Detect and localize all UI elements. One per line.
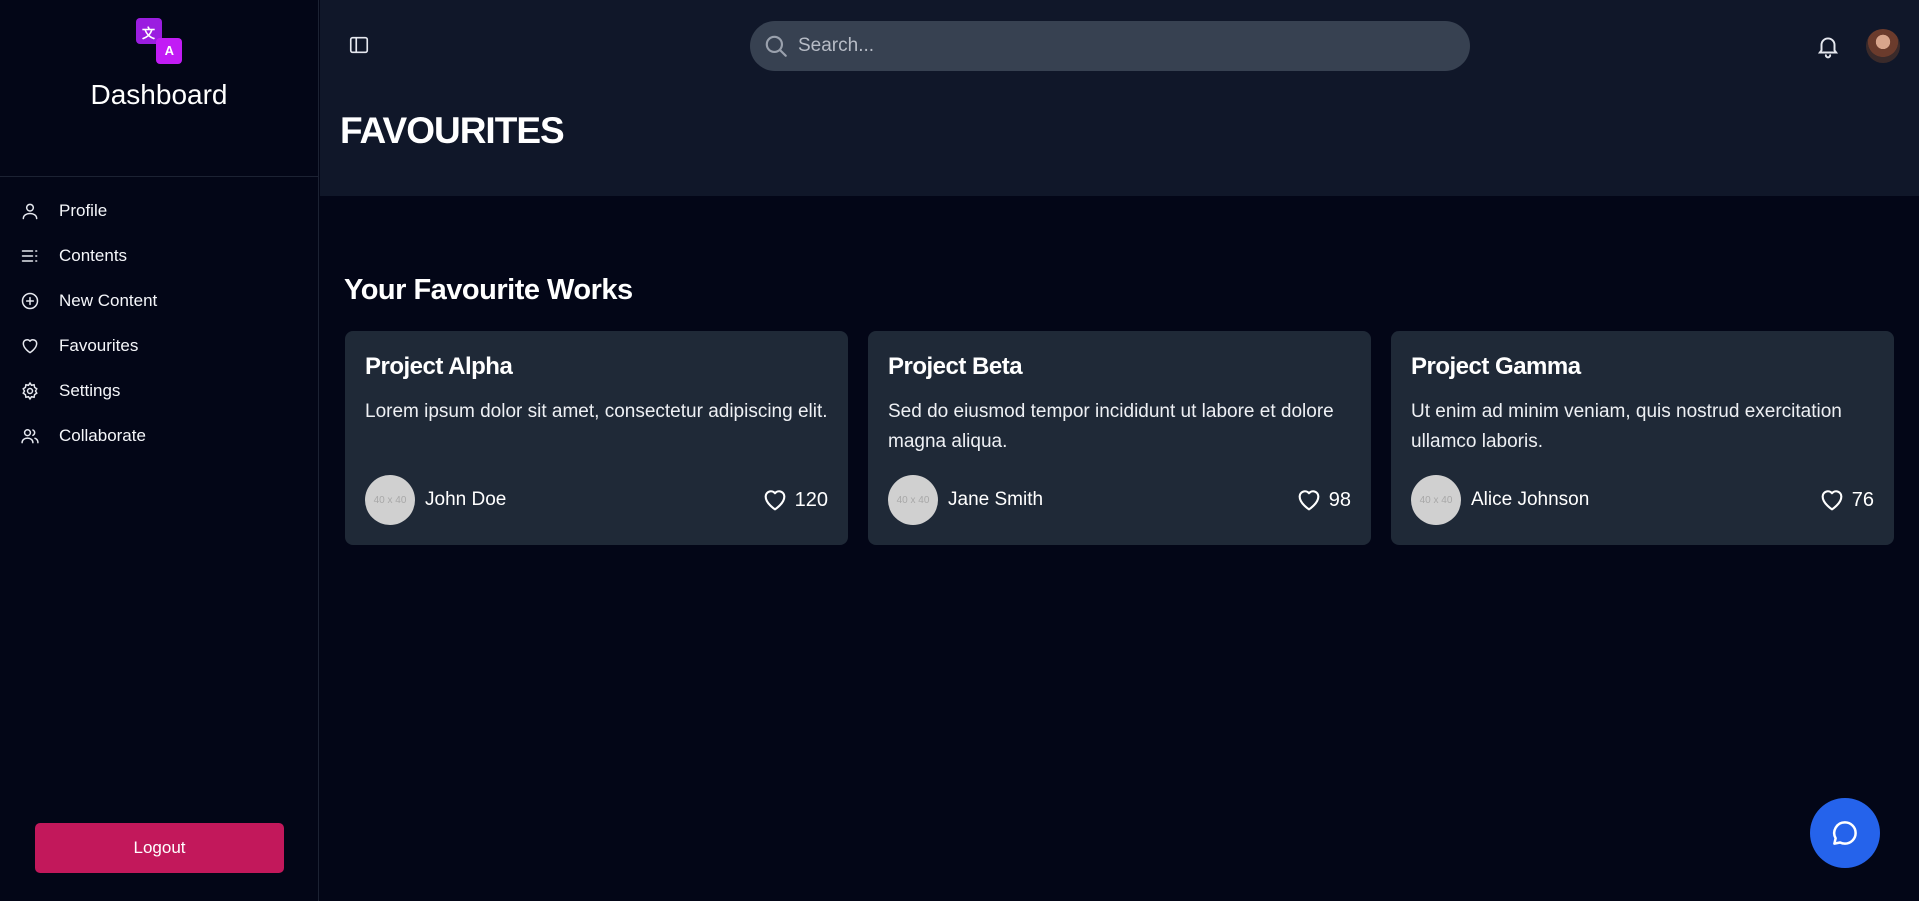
project-card[interactable]: Project Beta Sed do eiusmod tempor incid… [868, 331, 1371, 545]
card-title: Project Beta [888, 353, 1023, 380]
user-icon [22, 203, 38, 219]
card-author: 40 x 40 Jane Smith [888, 475, 1043, 525]
heart-icon [1821, 490, 1843, 511]
users-icon [21, 428, 39, 443]
author-name: Jane Smith [948, 489, 1044, 510]
chat-bubble-icon [1833, 821, 1857, 845]
like-count: 76 [1851, 488, 1874, 511]
author-name: John Doe [425, 489, 507, 510]
sidebar-item-collaborate[interactable]: Collaborate [0, 413, 318, 458]
sidebar-item-new-content[interactable]: New Content [0, 278, 318, 323]
author-avatar: 40 x 40 [365, 475, 415, 525]
search-icon [765, 35, 787, 57]
app-title: Dashboard [90, 79, 228, 110]
brand: 文 A Dashboard [0, 0, 318, 177]
sidebar-item-label: New Content [59, 290, 158, 310]
logo-glyph-2: A [164, 43, 174, 58]
bell-icon[interactable] [1815, 33, 1841, 59]
sidebar-item-label: Settings [59, 380, 121, 400]
sidebar-item-label: Contents [59, 245, 128, 265]
list-icon [21, 249, 38, 262]
like-count: 98 [1328, 488, 1351, 511]
logout-button[interactable]: Logout [35, 823, 284, 873]
sidebar-toggle-icon[interactable] [348, 34, 370, 56]
section-title: Your Favourite Works [344, 274, 633, 306]
project-card[interactable]: Project Gamma Ut enim ad minim veniam, q… [1391, 331, 1894, 545]
sidebar: 文 A Dashboard Profile Contents New Conte… [0, 0, 319, 901]
translate-logo-icon[interactable]: 文 A [136, 18, 182, 64]
search-bar[interactable] [750, 21, 1470, 71]
like-button[interactable]: 98 [1295, 486, 1351, 514]
card-footer: 40 x 40 Alice Johnson 76 [1411, 475, 1874, 525]
gear-icon [22, 381, 38, 400]
card-description: Sed do eiusmod tempor incididunt ut labo… [888, 401, 1334, 452]
search-input[interactable] [798, 35, 1438, 57]
card-description: Ut enim ad minim veniam, quis nostrud ex… [1411, 401, 1842, 452]
card-author: 40 x 40 Alice Johnson [1411, 475, 1589, 525]
sidebar-item-label: Collaborate [59, 425, 146, 445]
sidebar-item-label: Favourites [59, 335, 139, 355]
author-avatar: 40 x 40 [1411, 475, 1461, 525]
like-count: 120 [794, 488, 828, 511]
heart-icon [22, 338, 38, 353]
author-avatar: 40 x 40 [888, 475, 938, 525]
chat-button[interactable] [1810, 798, 1880, 868]
author-name: Alice Johnson [1471, 489, 1590, 510]
sidebar-item-favourites[interactable]: Favourites [0, 323, 318, 368]
favourites-grid: Project Alpha Lorem ipsum dolor sit amet… [345, 331, 1894, 545]
user-avatar[interactable] [1866, 29, 1900, 63]
plus-circle-icon [21, 292, 39, 309]
sidebar-item-contents[interactable]: Contents [0, 233, 318, 278]
like-button[interactable]: 76 [1818, 486, 1874, 514]
sidebar-item-label: Profile [59, 200, 108, 220]
header: FAVOURITES [320, 0, 1919, 196]
card-author: 40 x 40 John Doe [365, 475, 506, 525]
page-title: FAVOURITES [340, 110, 565, 151]
sidebar-item-profile[interactable]: Profile [0, 188, 318, 233]
like-button[interactable]: 120 [761, 486, 828, 514]
card-title: Project Gamma [1411, 353, 1581, 380]
card-description: Lorem ipsum dolor sit amet, consectetur … [365, 401, 828, 422]
card-footer: 40 x 40 Jane Smith 98 [888, 475, 1351, 525]
project-card[interactable]: Project Alpha Lorem ipsum dolor sit amet… [345, 331, 848, 545]
card-footer: 40 x 40 John Doe 120 [365, 475, 828, 525]
sidebar-item-settings[interactable]: Settings [0, 368, 318, 413]
heart-icon [1298, 490, 1320, 511]
heart-icon [764, 490, 786, 511]
card-title: Project Alpha [365, 353, 513, 380]
sidebar-nav: Profile Contents New Content Favourites … [0, 188, 318, 458]
logo-glyph-1: 文 [142, 26, 156, 41]
